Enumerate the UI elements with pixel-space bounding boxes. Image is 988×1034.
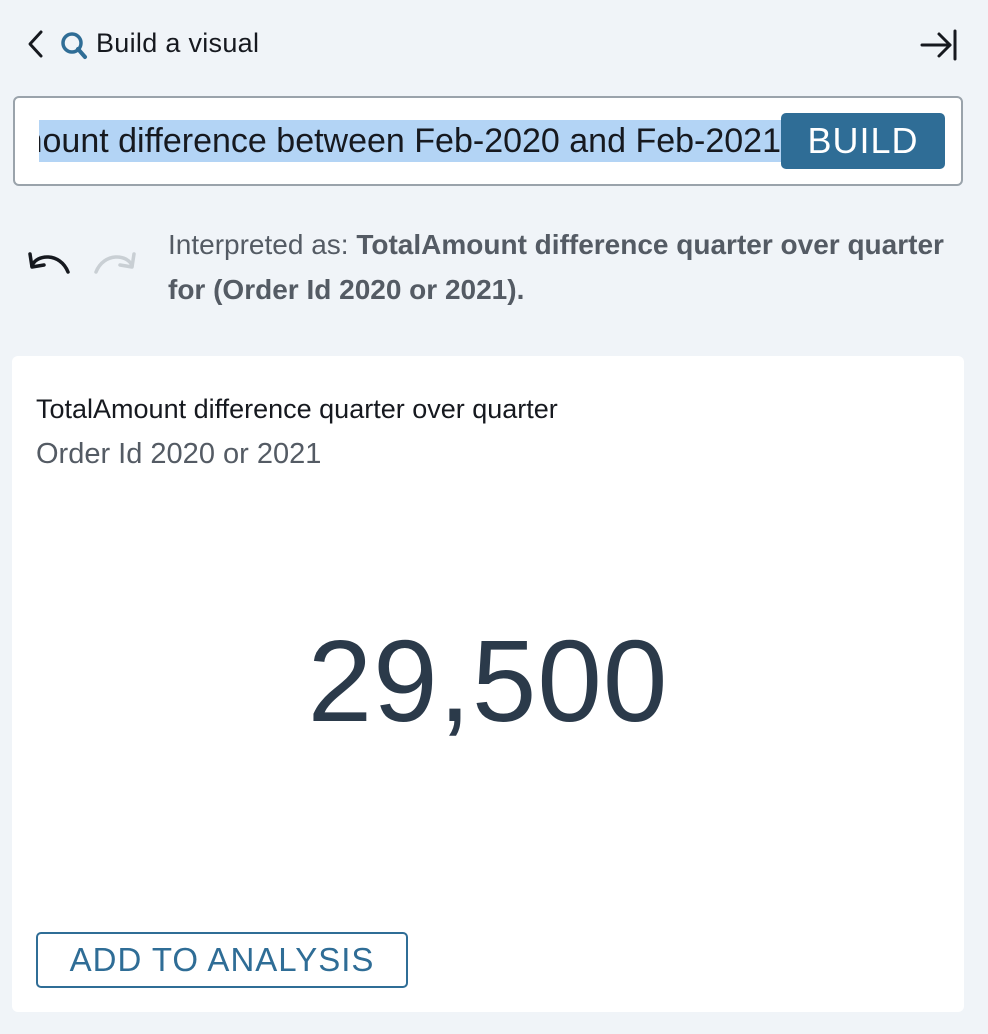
panel-title: Build a visual <box>96 28 260 58</box>
panel-header: Build a visual <box>0 0 988 90</box>
back-button[interactable] <box>22 28 50 60</box>
redo-icon <box>94 252 136 274</box>
query-input-box[interactable]: TotalAmount difference between Feb-2020 … <box>13 96 963 186</box>
kpi-value: 29,500 <box>307 616 669 746</box>
q-search-icon <box>61 32 87 59</box>
build-button[interactable]: BUILD <box>781 113 945 169</box>
add-to-analysis-button[interactable]: ADD TO ANALYSIS <box>36 932 408 988</box>
visual-subtitle: Order Id 2020 or 2021 <box>36 438 322 470</box>
query-text-selected: TotalAmount difference between Feb-2020 … <box>39 120 781 162</box>
undo-icon <box>28 252 70 274</box>
chevron-left-icon <box>28 30 43 58</box>
undo-button[interactable] <box>26 246 74 282</box>
interpretation-text: Interpreted as: TotalAmount difference q… <box>168 222 958 312</box>
redo-button[interactable] <box>90 246 138 282</box>
collapse-panel-button[interactable] <box>918 26 960 64</box>
visual-card: TotalAmount difference quarter over quar… <box>12 356 964 1012</box>
interpretation-prefix: Interpreted as: <box>168 229 357 260</box>
query-input[interactable]: TotalAmount difference between Feb-2020 … <box>39 120 781 162</box>
visual-title: TotalAmount difference quarter over quar… <box>36 394 558 424</box>
collapse-right-icon <box>920 29 957 61</box>
